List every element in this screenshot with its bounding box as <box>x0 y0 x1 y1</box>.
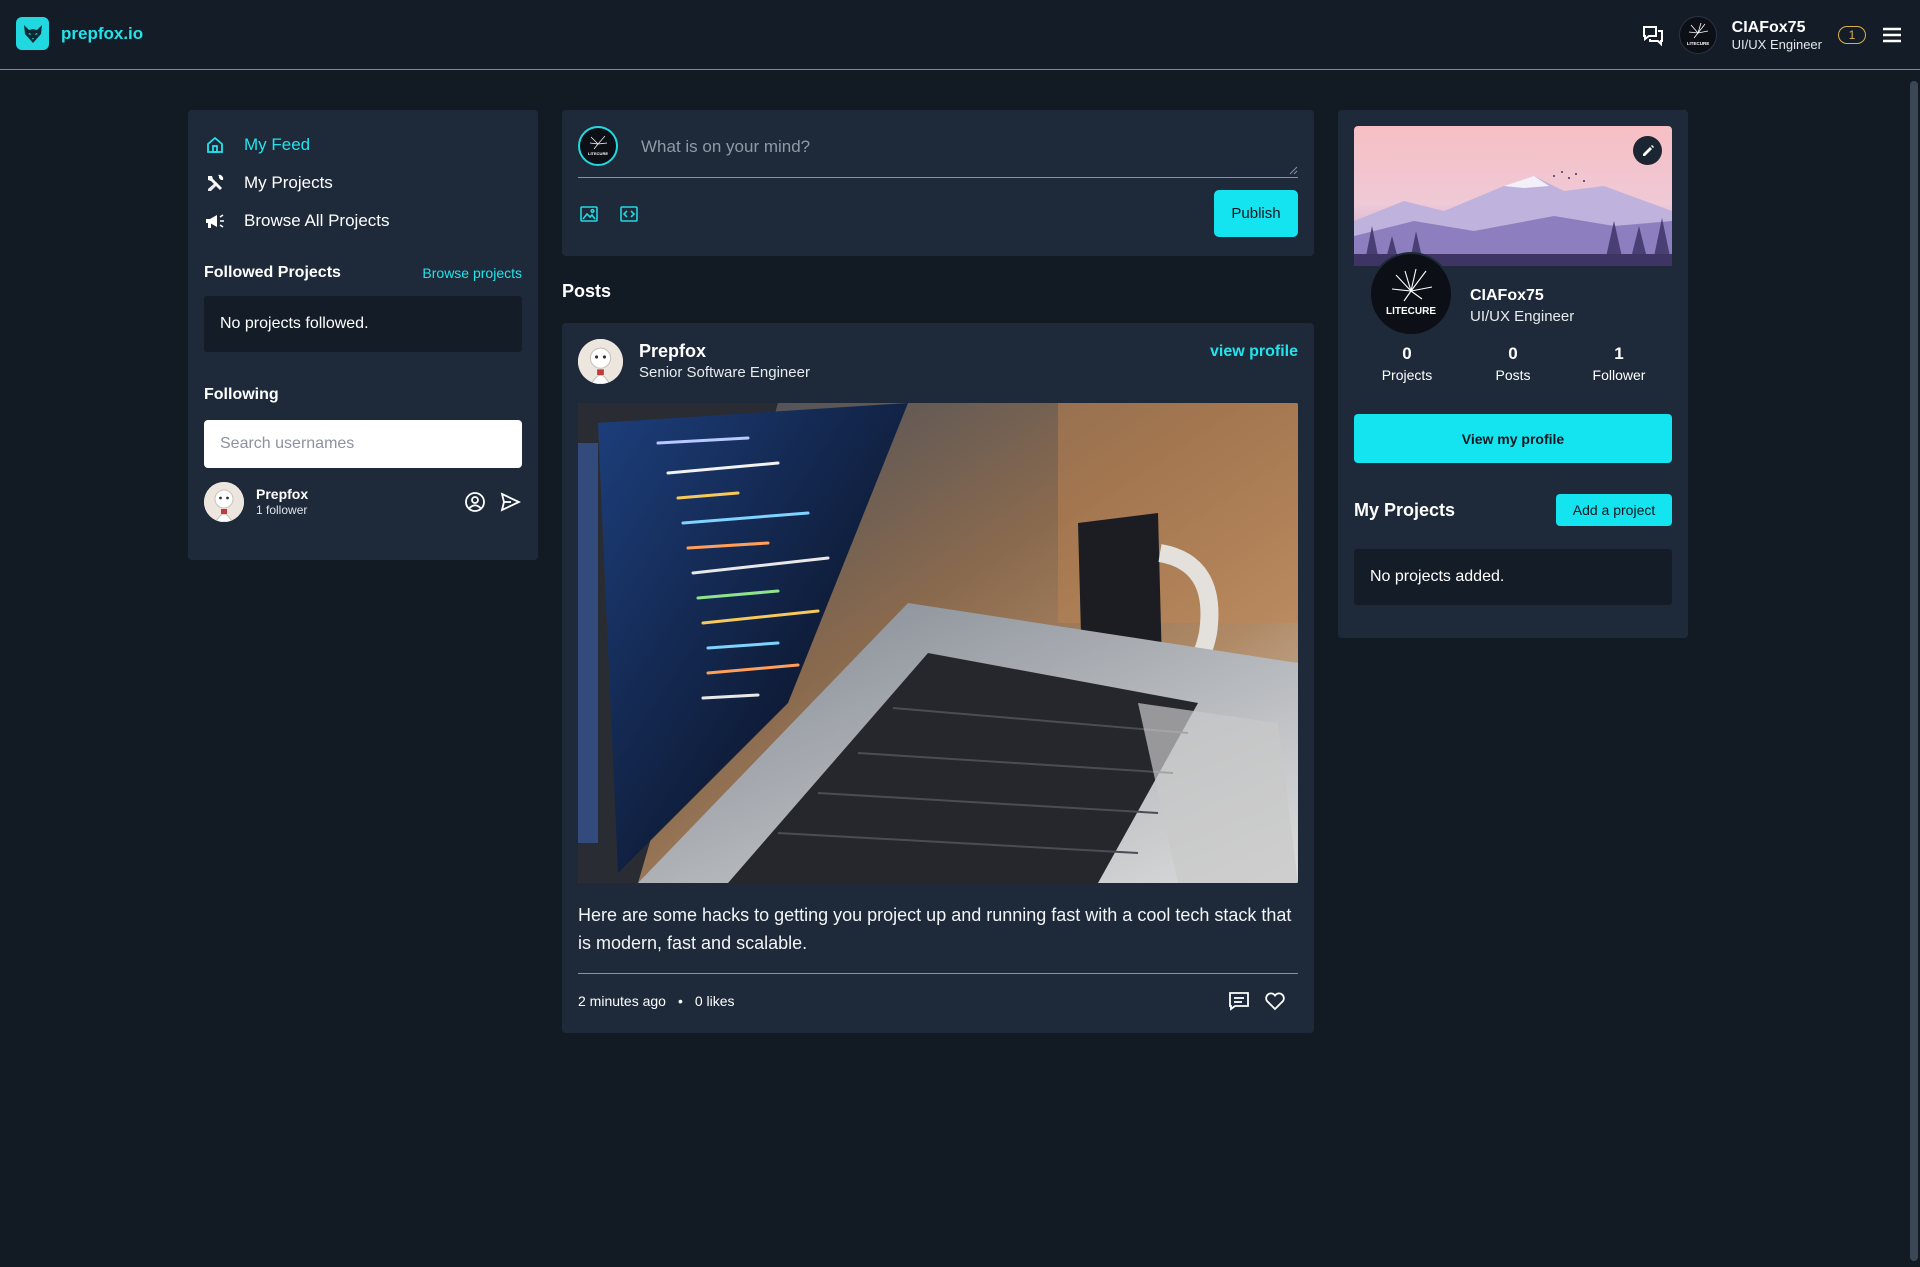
brand-name: prepfox.io <box>61 23 144 43</box>
stat-value: 0 <box>1402 344 1412 363</box>
fox-logo-icon <box>16 17 49 50</box>
view-profile-link[interactable]: view profile <box>1210 343 1298 361</box>
nav-label: My Feed <box>244 135 311 154</box>
user-avatar[interactable]: LITECURE <box>1678 16 1717 54</box>
image-upload-icon[interactable] <box>578 203 600 225</box>
following-item[interactable]: Prepfox 1 follower <box>204 482 522 522</box>
messages-icon[interactable] <box>1639 21 1667 49</box>
post-author-role: Senior Software Engineer <box>639 364 810 382</box>
stat-projects: 0 Projects <box>1354 342 1460 385</box>
post-card: Prepfox Senior Software Engineer view pr… <box>562 323 1314 1033</box>
scrollbar-thumb[interactable] <box>1910 81 1918 1261</box>
profile-name: CIAFox75 <box>1470 287 1544 304</box>
publish-button[interactable]: Publish <box>1214 190 1298 237</box>
profile-icon[interactable] <box>463 490 487 514</box>
megaphone-icon <box>204 210 226 232</box>
scrollbar[interactable] <box>1908 71 1920 1267</box>
post-image <box>578 403 1298 883</box>
stat-value: 1 <box>1614 344 1624 363</box>
like-heart-icon[interactable] <box>1262 988 1288 1014</box>
svg-text:LITECURE: LITECURE <box>588 151 608 156</box>
following-follower-count: 1 follower <box>256 503 308 518</box>
profile-avatar[interactable]: LITECURE <box>1369 252 1453 336</box>
following-title: Following <box>204 386 279 403</box>
code-embed-icon[interactable] <box>618 203 640 225</box>
followed-projects-empty: No projects followed. <box>204 296 522 352</box>
search-usernames-input[interactable] <box>204 420 522 468</box>
comment-icon[interactable] <box>1226 988 1252 1014</box>
stat-label: Follower <box>1592 366 1646 383</box>
user-role: UI/UX Engineer <box>1731 36 1822 52</box>
post-composer: LITECURE What is on your mind? Publish <box>562 110 1314 256</box>
browse-projects-link[interactable]: Browse projects <box>422 265 522 281</box>
cover-image <box>1354 126 1672 266</box>
nav-browse-all-projects[interactable]: Browse All Projects <box>204 202 522 240</box>
edit-cover-icon[interactable] <box>1633 136 1662 165</box>
svg-text:LITECURE: LITECURE <box>1686 41 1709 46</box>
followed-projects-title: Followed Projects <box>204 264 341 281</box>
hamburger-menu-icon[interactable] <box>1880 23 1904 47</box>
home-icon <box>204 134 226 156</box>
meta-separator: • <box>677 993 683 1009</box>
post-body-text: Here are some hacks to getting you proje… <box>578 901 1298 974</box>
followed-projects-header: Followed Projects Browse projects <box>204 264 522 282</box>
post-author-name[interactable]: Prepfox <box>639 339 1210 363</box>
view-my-profile-button[interactable]: View my profile <box>1354 414 1672 464</box>
posts-heading: Posts <box>562 281 612 301</box>
post-likes-count: 0 likes <box>694 993 735 1009</box>
svg-text:LITECURE: LITECURE <box>1386 306 1436 317</box>
composer-avatar: LITECURE <box>578 126 618 166</box>
stat-followers: 1 Follower <box>1566 342 1672 385</box>
profile-card: LITECURE CIAFox75 UI/UX Engineer 0 Proje… <box>1338 110 1688 638</box>
user-summary[interactable]: CIAFox75 UI/UX Engineer <box>1732 18 1822 53</box>
nav-label: My Projects <box>244 173 333 192</box>
avatar <box>204 482 244 522</box>
top-navbar: prepfox.io LITECURE CIAFox75 UI/UX Engin… <box>0 0 1920 70</box>
add-project-button[interactable]: Add a project <box>1556 494 1672 527</box>
profile-role: UI/UX Engineer <box>1470 307 1575 325</box>
send-icon[interactable] <box>498 490 522 514</box>
stat-label: Posts <box>1495 366 1531 383</box>
my-projects-empty: No projects added. <box>1354 549 1672 606</box>
profile-stats: 0 Projects 0 Posts 1 Follower <box>1354 342 1672 385</box>
post-author-avatar[interactable] <box>578 339 623 384</box>
post-timestamp: 2 minutes ago <box>578 993 666 1009</box>
brand[interactable]: prepfox.io <box>16 17 143 50</box>
tools-icon <box>204 172 226 194</box>
nav-my-feed[interactable]: My Feed <box>204 126 522 164</box>
left-sidebar: My Feed My Projects Browse All Projects … <box>188 110 538 560</box>
user-name: CIAFox75 <box>1731 18 1806 36</box>
my-projects-title: My Projects <box>1354 499 1456 520</box>
nav-label: Browse All Projects <box>244 211 390 230</box>
notification-badge[interactable]: 1 <box>1838 26 1866 44</box>
stat-label: Projects <box>1381 366 1433 383</box>
stat-value: 0 <box>1508 344 1518 363</box>
following-name: Prepfox <box>256 485 309 502</box>
resize-grip-icon[interactable] <box>1288 162 1298 175</box>
nav-my-projects[interactable]: My Projects <box>204 164 522 202</box>
post-textarea[interactable]: What is on your mind? <box>641 137 1288 157</box>
stat-posts: 0 Posts <box>1460 342 1566 385</box>
